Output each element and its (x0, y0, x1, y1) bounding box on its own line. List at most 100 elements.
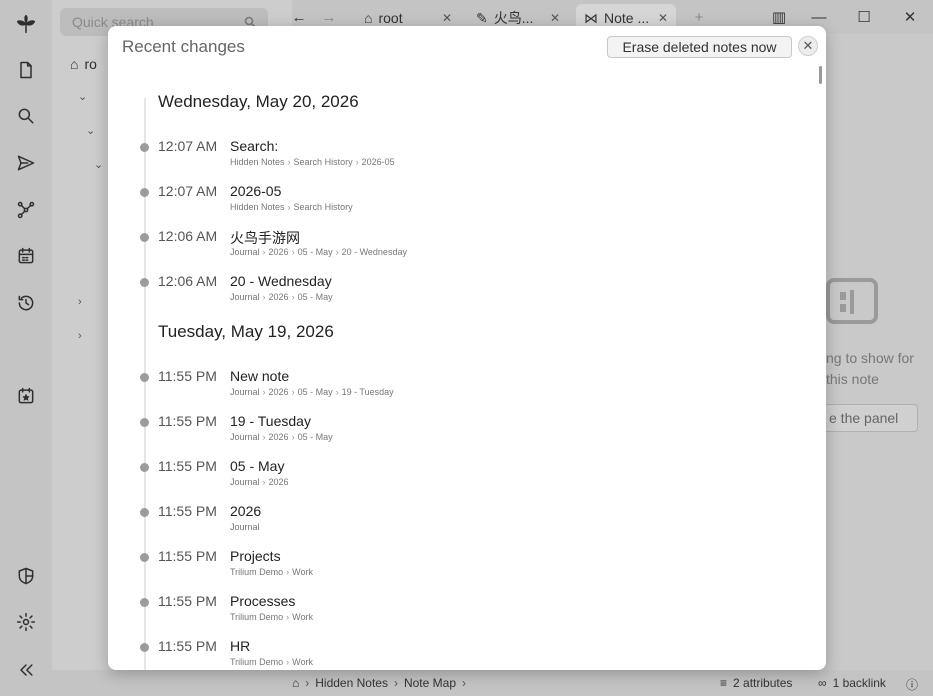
path-segment[interactable]: 2026 (269, 292, 289, 302)
path-segment[interactable]: Trilium Demo (230, 657, 283, 667)
collapse-sidebar-icon[interactable] (12, 656, 40, 684)
info-icon[interactable]: ⓘ (906, 676, 918, 693)
day-header: Wednesday, May 20, 2026 (158, 92, 359, 111)
tree-expander[interactable]: › (78, 330, 82, 342)
note-path: Journal › 2026 › 05 - May (230, 432, 333, 442)
erase-deleted-notes-button[interactable]: Erase deleted notes now (607, 36, 792, 58)
tab-label: Note ... (604, 10, 650, 26)
note-title-link[interactable]: 19 - Tuesday (230, 413, 311, 429)
note-title-link[interactable]: New note (230, 368, 289, 384)
path-segment[interactable]: Work (292, 612, 313, 622)
day-header: Tuesday, May 19, 2026 (158, 322, 334, 341)
path-segment[interactable]: 05 - May (298, 247, 333, 257)
new-note-icon[interactable] (12, 56, 40, 84)
maximize-icon[interactable]: ☐ (853, 6, 875, 28)
path-segment[interactable]: Journal (230, 522, 260, 532)
path-segment[interactable]: 2026 (269, 387, 289, 397)
path-segment[interactable]: Work (292, 567, 313, 577)
path-segment[interactable]: Search History (294, 202, 353, 212)
path-segment[interactable]: 19 - Tuesday (342, 387, 394, 397)
minimize-icon[interactable]: — (808, 6, 830, 28)
chevron-right-icon: › (262, 292, 266, 302)
path-segment[interactable]: Journal (230, 387, 260, 397)
dialog-title: Recent changes (122, 37, 245, 56)
note-path: Hidden Notes › Search History › 2026-05 (230, 157, 395, 167)
tree-expander[interactable]: › (78, 296, 82, 308)
path-segment[interactable]: 2026 (269, 477, 289, 487)
home-icon[interactable]: ⌂ (292, 676, 299, 690)
tree-expander[interactable]: ⌄ (86, 124, 95, 137)
change-time: 11:55 PM (158, 593, 217, 609)
chevron-right-icon: › (78, 296, 82, 308)
breadcrumb-item[interactable]: Hidden Notes (315, 676, 388, 690)
today-icon[interactable] (12, 382, 40, 410)
backlinks-indicator[interactable]: ∞ 1 backlink (818, 676, 886, 690)
tree-root-item[interactable]: ⌂ ro (70, 56, 97, 72)
close-tab-icon[interactable]: ✕ (658, 11, 668, 25)
close-panel-button[interactable]: e the panel (814, 404, 918, 432)
note-title-link[interactable]: Projects (230, 548, 281, 564)
close-tab-icon[interactable]: ✕ (550, 11, 560, 25)
path-segment[interactable]: 2026 (269, 432, 289, 442)
note-path: Hidden Notes › Search History (230, 202, 353, 212)
tab-label: root (378, 10, 403, 26)
backlinks-count: 1 backlink (832, 676, 886, 690)
timeline-dot (140, 233, 149, 242)
chevron-right-icon: › (291, 292, 295, 302)
path-segment[interactable]: Journal (230, 292, 260, 302)
path-segment[interactable]: 05 - May (298, 387, 333, 397)
path-segment[interactable]: 2026-05 (362, 157, 395, 167)
note-title-link[interactable]: 2026-05 (230, 183, 281, 199)
path-segment[interactable]: 05 - May (298, 432, 333, 442)
path-segment[interactable]: 2026 (269, 247, 289, 257)
change-time: 12:06 AM (158, 273, 218, 289)
recent-changes-icon[interactable] (12, 289, 40, 317)
note-title-link[interactable]: Processes (230, 593, 295, 609)
chevron-right-icon: › (291, 387, 295, 397)
scrollbar[interactable] (819, 66, 822, 84)
path-segment[interactable]: Hidden Notes (230, 202, 285, 212)
forward-arrow-icon[interactable]: → (318, 6, 340, 28)
toggle-panel-icon[interactable]: ▥ (768, 6, 790, 28)
settings-icon[interactable] (12, 608, 40, 636)
note-map-icon[interactable] (12, 196, 40, 224)
note-title-link[interactable]: 2026 (230, 503, 261, 519)
protected-session-icon[interactable] (12, 562, 40, 590)
note-title-link[interactable]: 05 - May (230, 458, 284, 474)
breadcrumb-item[interactable]: Note Map (404, 676, 456, 690)
tree-expander[interactable]: ⌄ (78, 90, 87, 103)
path-segment[interactable]: Trilium Demo (230, 612, 283, 622)
new-tab-icon[interactable]: + (688, 6, 710, 28)
change-entry: 11:55 PM HR Trilium Demo › Work (138, 638, 738, 670)
change-time: 12:07 AM (158, 138, 218, 154)
search-icon[interactable] (12, 102, 40, 130)
change-time: 12:06 AM (158, 228, 218, 244)
app-logo-icon[interactable] (12, 10, 40, 38)
attributes-indicator[interactable]: ≡ 2 attributes (720, 676, 792, 690)
change-time: 11:55 PM (158, 503, 217, 519)
path-segment[interactable]: Hidden Notes (230, 157, 285, 167)
path-segment[interactable]: 20 - Wednesday (342, 247, 407, 257)
jump-to-note-icon[interactable] (12, 149, 40, 177)
path-segment[interactable]: 05 - May (298, 292, 333, 302)
path-segment[interactable]: Work (292, 657, 313, 667)
calendar-icon[interactable] (12, 242, 40, 270)
path-segment[interactable]: Journal (230, 477, 260, 487)
note-title-link[interactable]: 20 - Wednesday (230, 273, 332, 289)
note-title-link[interactable]: 火鸟手游网 (230, 228, 300, 248)
note-title-link[interactable]: Search: (230, 138, 278, 154)
window-close-icon[interactable]: ✕ (899, 6, 921, 28)
path-segment[interactable]: Journal (230, 247, 260, 257)
change-entry: 12:07 AM 2026-05 Hidden Notes › Search Histo… (138, 183, 738, 219)
path-segment[interactable]: Trilium Demo (230, 567, 283, 577)
timeline-dot (140, 418, 149, 427)
close-tab-icon[interactable]: ✕ (442, 11, 452, 25)
path-segment[interactable]: Journal (230, 432, 260, 442)
tree-expander[interactable]: ⌄ (94, 158, 103, 171)
status-bar: ⌂ › Hidden Notes › Note Map › ≡ 2 attrib… (52, 670, 933, 696)
path-segment[interactable]: Search History (294, 157, 353, 167)
close-icon[interactable]: ✕ (798, 36, 818, 56)
note-title-link[interactable]: HR (230, 638, 250, 654)
home-icon: ⌂ (70, 56, 79, 72)
back-arrow-icon[interactable]: ← (288, 6, 310, 28)
